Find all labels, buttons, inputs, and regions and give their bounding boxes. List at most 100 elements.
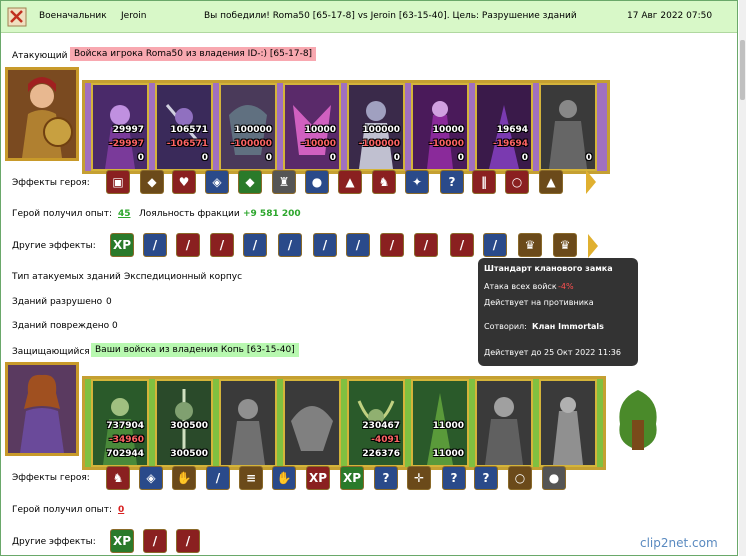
scroll-effect-icon[interactable]: ≡	[239, 466, 263, 490]
defender-unit-3[interactable]	[219, 379, 277, 467]
ring-effect-icon[interactable]: ○	[508, 466, 532, 490]
loyalty-label: Лояльность фракции	[139, 209, 240, 219]
glove-effect-icon[interactable]: ✋	[272, 466, 296, 490]
defender-hero-effects: ♞ ◈ ✋ / ≡ ✋ XP XP ? ✛ ? ? ○ ●	[104, 466, 584, 492]
pot-effect-icon[interactable]: ●	[542, 466, 566, 490]
defender-unit-1[interactable]: 737904 -34960 702944	[91, 379, 149, 467]
tooltip-creator-value: Клан Immortals	[532, 322, 604, 331]
sword-effect-icon[interactable]: /	[346, 233, 370, 257]
chest-effect-icon[interactable]: ▣	[106, 170, 130, 194]
defender-other-effects: XP / /	[108, 529, 228, 555]
defender-unit-2[interactable]: 300500 300500	[155, 379, 213, 467]
defender-hero-effects-label: Эффекты героя:	[12, 473, 90, 483]
defender-exp-value[interactable]: 0	[118, 505, 124, 515]
scrollbar-thumb[interactable]	[740, 40, 745, 100]
warrior-effect-icon[interactable]: ♞	[106, 466, 130, 490]
defender-unit-4[interactable]	[283, 379, 341, 467]
question-effect-icon[interactable]: ?	[474, 466, 498, 490]
attacker-unit-6[interactable]: 10000 -10000 0	[411, 83, 469, 171]
xp-effect-icon[interactable]: XP	[110, 233, 134, 257]
attacker-unit-8[interactable]: 0	[539, 83, 597, 171]
heart-effect-icon[interactable]: ♥	[172, 170, 196, 194]
axe-effect-icon[interactable]: /	[414, 233, 438, 257]
ring-effect-icon[interactable]: ○	[505, 170, 529, 194]
tooltip-creator-label: Сотворил:	[484, 322, 527, 331]
attacker-army: 29997 -29997 0 106571 -106571 0 100000 -…	[82, 80, 610, 174]
armor-effect-icon[interactable]: ♜	[272, 170, 296, 194]
scroll-right-icon[interactable]	[588, 234, 598, 258]
attacker-unit-5[interactable]: 100000 -100000 0	[347, 83, 405, 171]
defender-building-tree[interactable]	[608, 384, 668, 456]
warrior-effect-icon[interactable]: ♞	[372, 170, 396, 194]
destroyed-value: 0	[106, 297, 112, 307]
attacker-exp-label: Герой получил опыт:	[12, 209, 112, 219]
target-label: Тип атакуемых зданий	[12, 272, 121, 282]
defender-hero-portrait[interactable]	[5, 362, 79, 456]
question-effect-icon[interactable]: ?	[442, 466, 466, 490]
destroyed-label: Зданий разрушено	[12, 297, 103, 307]
sword-effect-icon[interactable]: /	[243, 233, 267, 257]
cross-effect-icon[interactable]: ✛	[407, 466, 431, 490]
attacker-unit-3[interactable]: 100000 -100000 0	[219, 83, 277, 171]
xp-effect-icon[interactable]: XP	[306, 466, 330, 490]
scrollbar[interactable]	[739, 0, 746, 556]
sword-effect-icon[interactable]: /	[143, 233, 167, 257]
axe-effect-icon[interactable]: /	[380, 233, 404, 257]
axe-effect-icon[interactable]: /	[210, 233, 234, 257]
player-name[interactable]: Jeroin	[121, 11, 146, 21]
defender-exp-label: Герой получил опыт:	[12, 505, 112, 515]
attacker-unit-4[interactable]: 10000 -10000 0	[283, 83, 341, 171]
castle-standard-effect-icon[interactable]: ♛	[553, 233, 577, 257]
potion-effect-icon[interactable]: ●	[305, 170, 329, 194]
shield-effect-icon[interactable]: ◈	[205, 170, 229, 194]
attacker-exp-value[interactable]: 45	[118, 209, 131, 219]
hand-effect-icon[interactable]: ✋	[172, 466, 196, 490]
question-effect-icon[interactable]: ?	[374, 466, 398, 490]
defender-unit-5[interactable]: 230467 -4091 226376	[347, 379, 405, 467]
attacker-label: Атакующий	[12, 51, 68, 61]
castle-standard-effect-icon[interactable]: ♛	[518, 233, 542, 257]
crystal-effect-icon[interactable]: ✦	[405, 170, 429, 194]
axe-effect-icon[interactable]: /	[176, 529, 200, 553]
sword-effect-icon[interactable]: /	[483, 233, 507, 257]
attacker-unit-2[interactable]: 106571 -106571 0	[155, 83, 213, 171]
question-effect-icon[interactable]: ?	[440, 170, 464, 194]
sword-effect-icon[interactable]: /	[206, 466, 230, 490]
sword-effect-icon[interactable]: /	[313, 233, 337, 257]
scroll-right-icon[interactable]	[586, 170, 596, 194]
player-rank: Военачальник	[39, 11, 107, 21]
xp-effect-icon[interactable]: XP	[110, 529, 134, 553]
treasure-effect-icon[interactable]: ◆	[140, 170, 164, 194]
shield-effect-icon[interactable]: ◈	[139, 466, 163, 490]
attacker-other-effects: XP / / / / / / / / / / / ♛ ♛	[108, 233, 608, 259]
gem-effect-icon[interactable]: ◆	[238, 170, 262, 194]
boots-effect-icon[interactable]: ‖	[472, 170, 496, 194]
attacker-unit-1[interactable]: 29997 -29997 0	[91, 83, 149, 171]
attacker-unit-7[interactable]: 19694 -19694 0	[475, 83, 533, 171]
attacker-hero-portrait[interactable]	[5, 67, 79, 161]
tent-effect-icon[interactable]: ▲	[539, 170, 563, 194]
defender-unit-7[interactable]	[475, 379, 533, 467]
defender-unit-6[interactable]: 11000 11000	[411, 379, 469, 467]
report-header: Военачальник Jeroin Вы победили! Roma50 …	[1, 1, 737, 33]
attacker-hero-effects: ▣ ◆ ♥ ◈ ◆ ♜ ● ▲ ♞ ✦ ? ‖ ○ ▲	[102, 170, 602, 196]
tooltip-target: Действует на противника	[484, 298, 594, 307]
tooltip-expiry: Действует до 25 Окт 2022 11:36	[484, 348, 621, 357]
axe-effect-icon[interactable]: /	[450, 233, 474, 257]
axe-effect-icon[interactable]: /	[176, 233, 200, 257]
battle-datetime: 17 Авг 2022 07:50	[627, 11, 713, 21]
attacker-name[interactable]: Войска игрока Roma50 из владения ID-:) […	[70, 47, 317, 61]
sword-effect-icon[interactable]: /	[278, 233, 302, 257]
xp-effect-icon[interactable]: XP	[340, 466, 364, 490]
tooltip-attack-value: -4%	[558, 282, 574, 291]
effect-tooltip: Штандарт кланового замка Атака всех войс…	[478, 258, 638, 366]
target-value: Экспедиционный корпус	[124, 272, 243, 282]
damaged-value: 0	[112, 321, 118, 331]
boot-effect-icon[interactable]: ▲	[338, 170, 362, 194]
watermark: clip2net.com	[640, 536, 718, 550]
axe-effect-icon[interactable]: /	[143, 529, 167, 553]
defender-other-effects-label: Другие эффекты:	[12, 537, 96, 547]
defender-unit-8[interactable]	[539, 379, 597, 467]
loyalty-value: +9 581 200	[243, 209, 301, 219]
defender-name[interactable]: Ваши войска из владения Копь [63-15-40]	[91, 343, 299, 357]
